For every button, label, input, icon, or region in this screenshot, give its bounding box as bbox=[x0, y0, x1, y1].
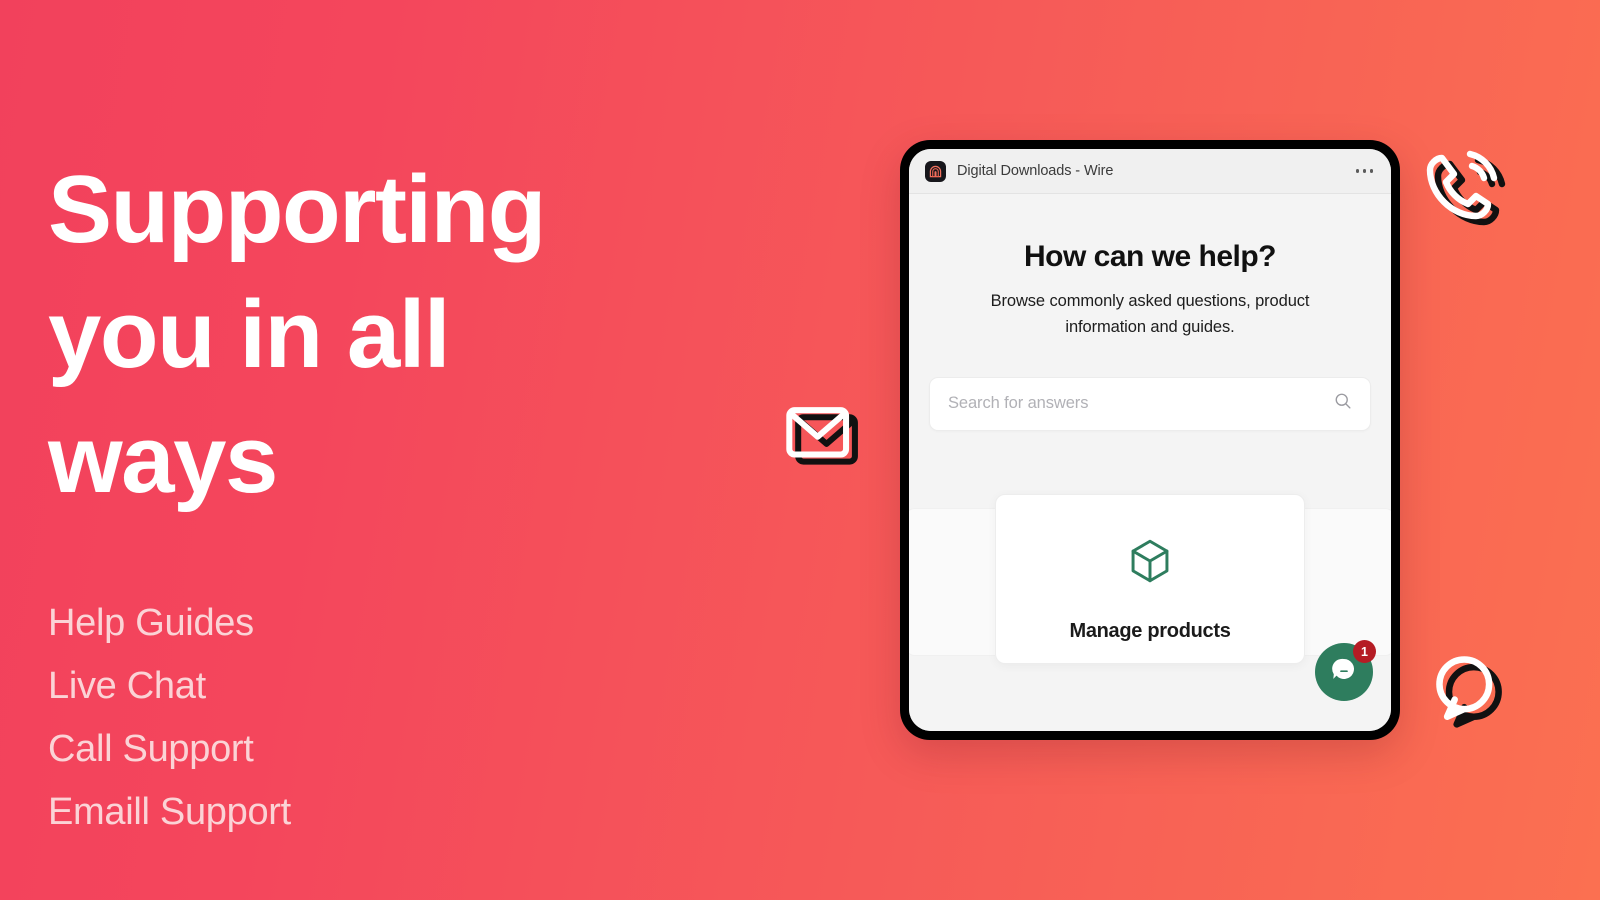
more-options-icon[interactable] bbox=[1354, 163, 1375, 178]
window-title: Digital Downloads - Wire bbox=[957, 163, 1114, 179]
help-center-heading: How can we help? bbox=[1023, 240, 1277, 273]
dot bbox=[1369, 169, 1373, 173]
hero-section: Supporting you in all ways bbox=[48, 148, 688, 522]
chat-widget-button[interactable]: 1 bbox=[1315, 640, 1376, 701]
wire-app-icon bbox=[925, 160, 946, 182]
support-link-email-support[interactable]: Emaill Support bbox=[48, 781, 291, 844]
support-link-help-guides[interactable]: Help Guides bbox=[48, 592, 291, 655]
category-card-previous[interactable] bbox=[909, 508, 995, 656]
dot bbox=[1355, 169, 1360, 173]
category-card-label: Manage products bbox=[1069, 620, 1231, 642]
speech-bubble-icon bbox=[1428, 648, 1512, 732]
help-center-page: How can we help? Browse commonly asked q… bbox=[909, 194, 1391, 731]
page-title: Supporting you in all ways bbox=[48, 156, 546, 513]
search-input[interactable] bbox=[948, 394, 1324, 414]
envelope-icon bbox=[784, 400, 862, 470]
help-center-subtitle: Browse commonly asked questions, product… bbox=[990, 292, 1310, 337]
category-card-next[interactable] bbox=[1305, 508, 1391, 656]
search-box[interactable] bbox=[929, 376, 1371, 431]
support-links-list: Help Guides Live Chat Call Support Email… bbox=[48, 592, 291, 844]
app-titlebar: Digital Downloads - Wire bbox=[909, 149, 1391, 194]
support-link-call-support[interactable]: Call Support bbox=[48, 718, 291, 781]
category-card-carousel: Manage products bbox=[909, 494, 1391, 674]
support-link-live-chat[interactable]: Live Chat bbox=[48, 655, 291, 718]
device-screen: Digital Downloads - Wire How can we help… bbox=[909, 149, 1391, 731]
device-frame: Digital Downloads - Wire How can we help… bbox=[900, 140, 1400, 740]
chat-bubble-icon bbox=[1329, 655, 1359, 690]
chat-unread-badge: 1 bbox=[1353, 640, 1376, 663]
search-icon[interactable] bbox=[1334, 392, 1352, 415]
category-card-manage-products[interactable]: Manage products bbox=[995, 494, 1305, 664]
search-section bbox=[909, 341, 1391, 431]
dot bbox=[1362, 169, 1367, 173]
phone-icon bbox=[1416, 146, 1512, 242]
cube-icon bbox=[1126, 537, 1174, 590]
